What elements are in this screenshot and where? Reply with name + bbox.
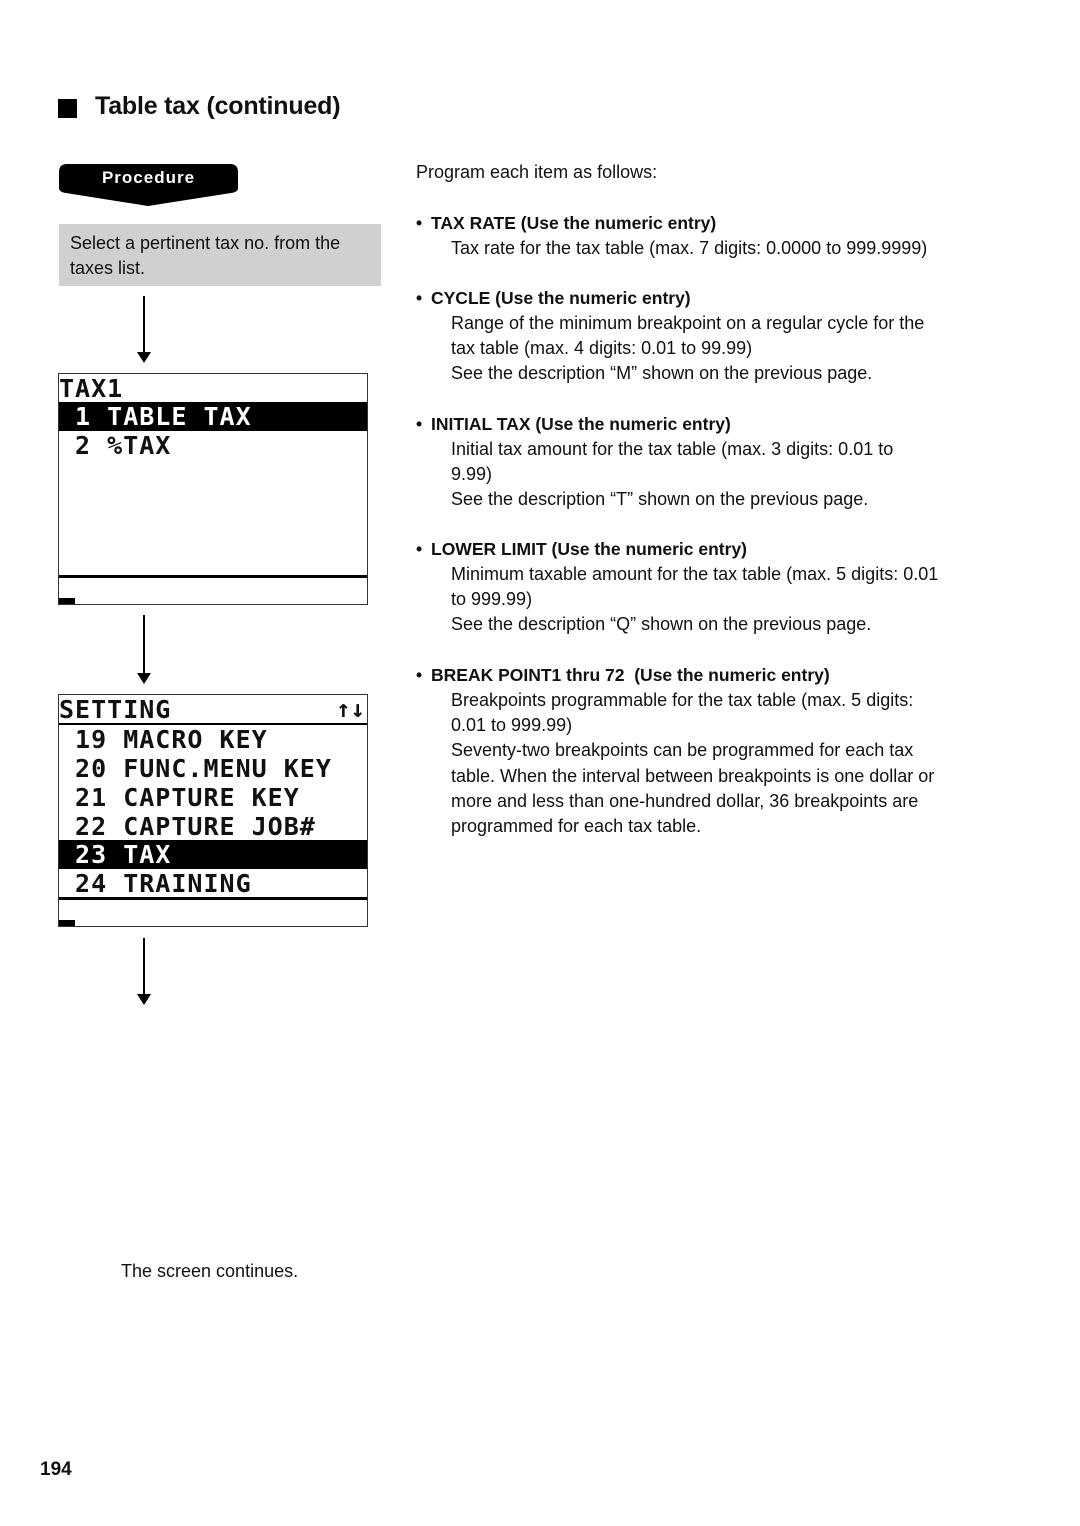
bullet-icon: • bbox=[416, 288, 423, 308]
item-title: INITIAL TAX (Use the numeric entry) bbox=[431, 414, 731, 434]
lcd-separator bbox=[59, 897, 367, 900]
item-line: tax table (max. 4 digits: 0.01 to 99.99) bbox=[451, 338, 753, 359]
down-arrow-icon bbox=[137, 938, 151, 1005]
item-line: See the description “T” shown on the pre… bbox=[451, 489, 869, 510]
item-cycle: • CYCLE (Use the numeric entry) Range of … bbox=[416, 286, 976, 387]
lcd-title: SETTING bbox=[59, 695, 172, 724]
procedure-label: Procedure bbox=[101, 168, 196, 187]
item-line: 0.01 to 999.99) bbox=[451, 715, 573, 736]
item-title: LOWER LIMIT (Use the numeric entry) bbox=[431, 539, 747, 559]
lcd-menu-item-table-tax[interactable]: 1 TABLE TAX bbox=[59, 402, 367, 431]
bullet-icon: • bbox=[416, 213, 423, 233]
bullet-icon: • bbox=[416, 665, 423, 685]
lcd-cursor bbox=[59, 598, 75, 604]
down-arrow-icon bbox=[137, 615, 151, 684]
item-line: Initial tax amount for the tax table (ma… bbox=[451, 439, 894, 459]
item-line: See the description “M” shown on the pre… bbox=[451, 363, 873, 384]
bullet-icon: • bbox=[416, 414, 423, 434]
lcd-menu-item[interactable]: 19 MACRO KEY bbox=[59, 725, 367, 754]
item-line: Breakpoints programmable for the tax tab… bbox=[451, 690, 914, 710]
item-tax-rate: • TAX RATE (Use the numeric entry) Tax ra… bbox=[416, 211, 976, 261]
item-title: BREAK POINT1 thru 72 (Use the numeric en… bbox=[431, 665, 830, 685]
item-lower-limit: • LOWER LIMIT (Use the numeric entry) Min… bbox=[416, 537, 976, 638]
heading-square-icon bbox=[58, 99, 77, 118]
lcd-separator bbox=[59, 575, 367, 578]
scroll-up-down-icon: ↑↓ bbox=[336, 695, 365, 723]
lcd-menu-item-selected[interactable]: 23 TAX bbox=[59, 840, 367, 869]
item-line: Tax rate for the tax table (max. 7 digit… bbox=[451, 238, 928, 258]
item-title: TAX RATE (Use the numeric entry) bbox=[431, 213, 717, 233]
item-line: 9.99) bbox=[451, 464, 493, 485]
lcd-cursor bbox=[59, 920, 75, 926]
lcd-menu-item[interactable]: 21 CAPTURE KEY bbox=[59, 783, 367, 812]
item-line: table. When the interval between breakpo… bbox=[451, 765, 935, 786]
lcd-title: TAX1 bbox=[59, 374, 124, 403]
lcd-menu-item[interactable]: 22 CAPTURE JOB# bbox=[59, 812, 367, 841]
lcd-menu-item-percent-tax[interactable]: 2 %TAX bbox=[59, 431, 367, 460]
item-line: Minimum taxable amount for the tax table… bbox=[451, 564, 939, 584]
lcd-menu-item[interactable]: 20 FUNC.MENU KEY bbox=[59, 754, 367, 783]
instruction-box: Select a pertinent tax no. from the taxe… bbox=[59, 224, 381, 286]
lcd-screen-setting: SETTING ↑↓ 19 MACRO KEY 20 FUNC.MENU KEY… bbox=[58, 694, 368, 927]
screen-continues-note: The screen continues. bbox=[121, 1261, 299, 1281]
page-title: Table tax (continued) bbox=[95, 92, 341, 120]
item-initial-tax: • INITIAL TAX (Use the numeric entry) Ini… bbox=[416, 412, 976, 513]
page-number: 194 bbox=[40, 1459, 72, 1480]
lcd-menu-item[interactable]: 24 TRAINING bbox=[59, 869, 367, 898]
item-line: programmed for each tax table. bbox=[451, 816, 702, 837]
intro-text: Program each item as follows: bbox=[416, 162, 658, 182]
item-line: Seventy-two breakpoints can be programme… bbox=[451, 740, 914, 761]
item-line: to 999.99) bbox=[451, 589, 533, 610]
down-arrow-icon bbox=[137, 296, 151, 363]
item-line: more and less than one-hundred dollar, 3… bbox=[451, 790, 919, 811]
lcd-screen-tax1: TAX1 1 TABLE TAX 2 %TAX bbox=[58, 373, 368, 605]
item-break-point: • BREAK POINT1 thru 72 (Use the numeric e… bbox=[416, 663, 976, 839]
item-title: CYCLE (Use the numeric entry) bbox=[431, 288, 691, 308]
item-line: See the description “Q” shown on the pre… bbox=[451, 614, 872, 635]
item-line: Range of the minimum breakpoint on a reg… bbox=[451, 313, 925, 333]
bullet-icon: • bbox=[416, 539, 423, 559]
